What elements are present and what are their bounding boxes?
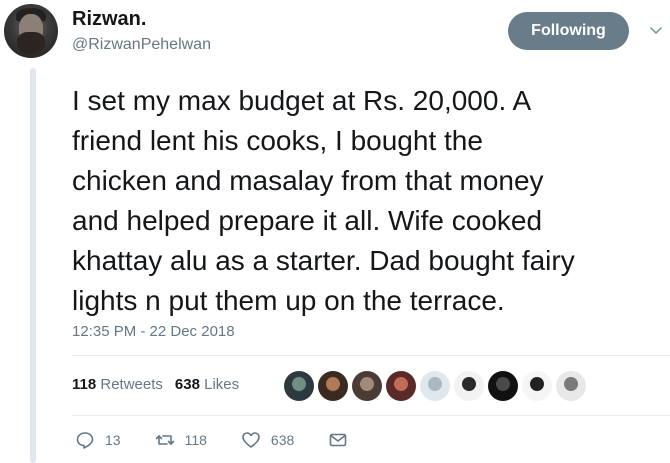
tweet-text: I set my max budget at Rs. 20,000. A fri… [72, 81, 662, 321]
liker-avatar[interactable] [522, 371, 552, 401]
liker-avatar[interactable] [386, 371, 416, 401]
mail-icon [329, 433, 347, 447]
tweet-line: khattay alu as a starter. Dad bought fai… [72, 245, 575, 276]
author-name[interactable]: Rizwan. [72, 8, 146, 31]
reply-count: 13 [105, 432, 121, 448]
likes-stat[interactable]: 638 Likes [175, 376, 239, 393]
thread-line [30, 68, 36, 463]
chevron-down-icon[interactable] [649, 24, 663, 38]
tweet-timestamp[interactable]: 12:35 PM - 22 Dec 2018 [72, 323, 235, 340]
avatar[interactable] [4, 4, 58, 58]
liker-avatar-face [462, 377, 476, 391]
tweet-line: I set my max budget at Rs. 20,000. A [72, 85, 532, 116]
like-count: 638 [270, 432, 295, 448]
liker-avatar[interactable] [488, 371, 518, 401]
liker-avatar-face [530, 377, 544, 391]
author-handle[interactable]: @RizwanPehelwan [72, 36, 211, 54]
engagement-stats: 118 Retweets 638 Likes [72, 376, 239, 393]
tweet-line: friend lent his cooks, I bought the [72, 125, 483, 156]
heart-icon [242, 432, 260, 448]
avatar-beard [17, 32, 45, 54]
liker-avatar-face [428, 377, 442, 391]
liker-avatar-face [326, 377, 340, 391]
reply-button[interactable]: 13 [75, 430, 121, 450]
liker-avatar-face [360, 377, 374, 391]
likes-count: 638 [174, 376, 200, 393]
following-button[interactable]: Following [508, 12, 629, 50]
tweet-actions: 13 118 638 [75, 430, 382, 450]
retweet-button[interactable]: 118 [155, 430, 207, 450]
liker-avatar-face [292, 377, 306, 391]
reply-icon [76, 432, 94, 449]
liker-avatar[interactable] [352, 371, 382, 401]
liker-avatar-face [496, 377, 510, 391]
liker-avatar-face [394, 377, 408, 391]
liker-avatars [284, 371, 590, 401]
retweets-count: 118 [72, 376, 97, 393]
liker-avatar[interactable] [420, 371, 450, 401]
direct-message-button[interactable] [328, 430, 348, 450]
liker-avatar[interactable] [556, 371, 586, 401]
divider [72, 415, 670, 416]
liker-avatar-face [564, 377, 578, 391]
retweet-icon [155, 435, 174, 445]
retweets-label: Retweets [100, 376, 163, 393]
like-button[interactable]: 638 [241, 430, 294, 450]
liker-avatar[interactable] [318, 371, 348, 401]
liker-avatar[interactable] [284, 371, 314, 401]
tweet-line: chicken and masalay from that money [72, 165, 544, 196]
divider [72, 355, 670, 356]
tweet-line: and helped prepare it all. Wife cooked [72, 205, 543, 236]
retweets-stat[interactable]: 118 Retweets [72, 376, 163, 393]
tweet-line: lights n put them up on the terrace. [72, 285, 505, 316]
liker-avatar[interactable] [454, 371, 484, 401]
retweet-count: 118 [184, 432, 207, 448]
likes-label: Likes [204, 376, 240, 393]
